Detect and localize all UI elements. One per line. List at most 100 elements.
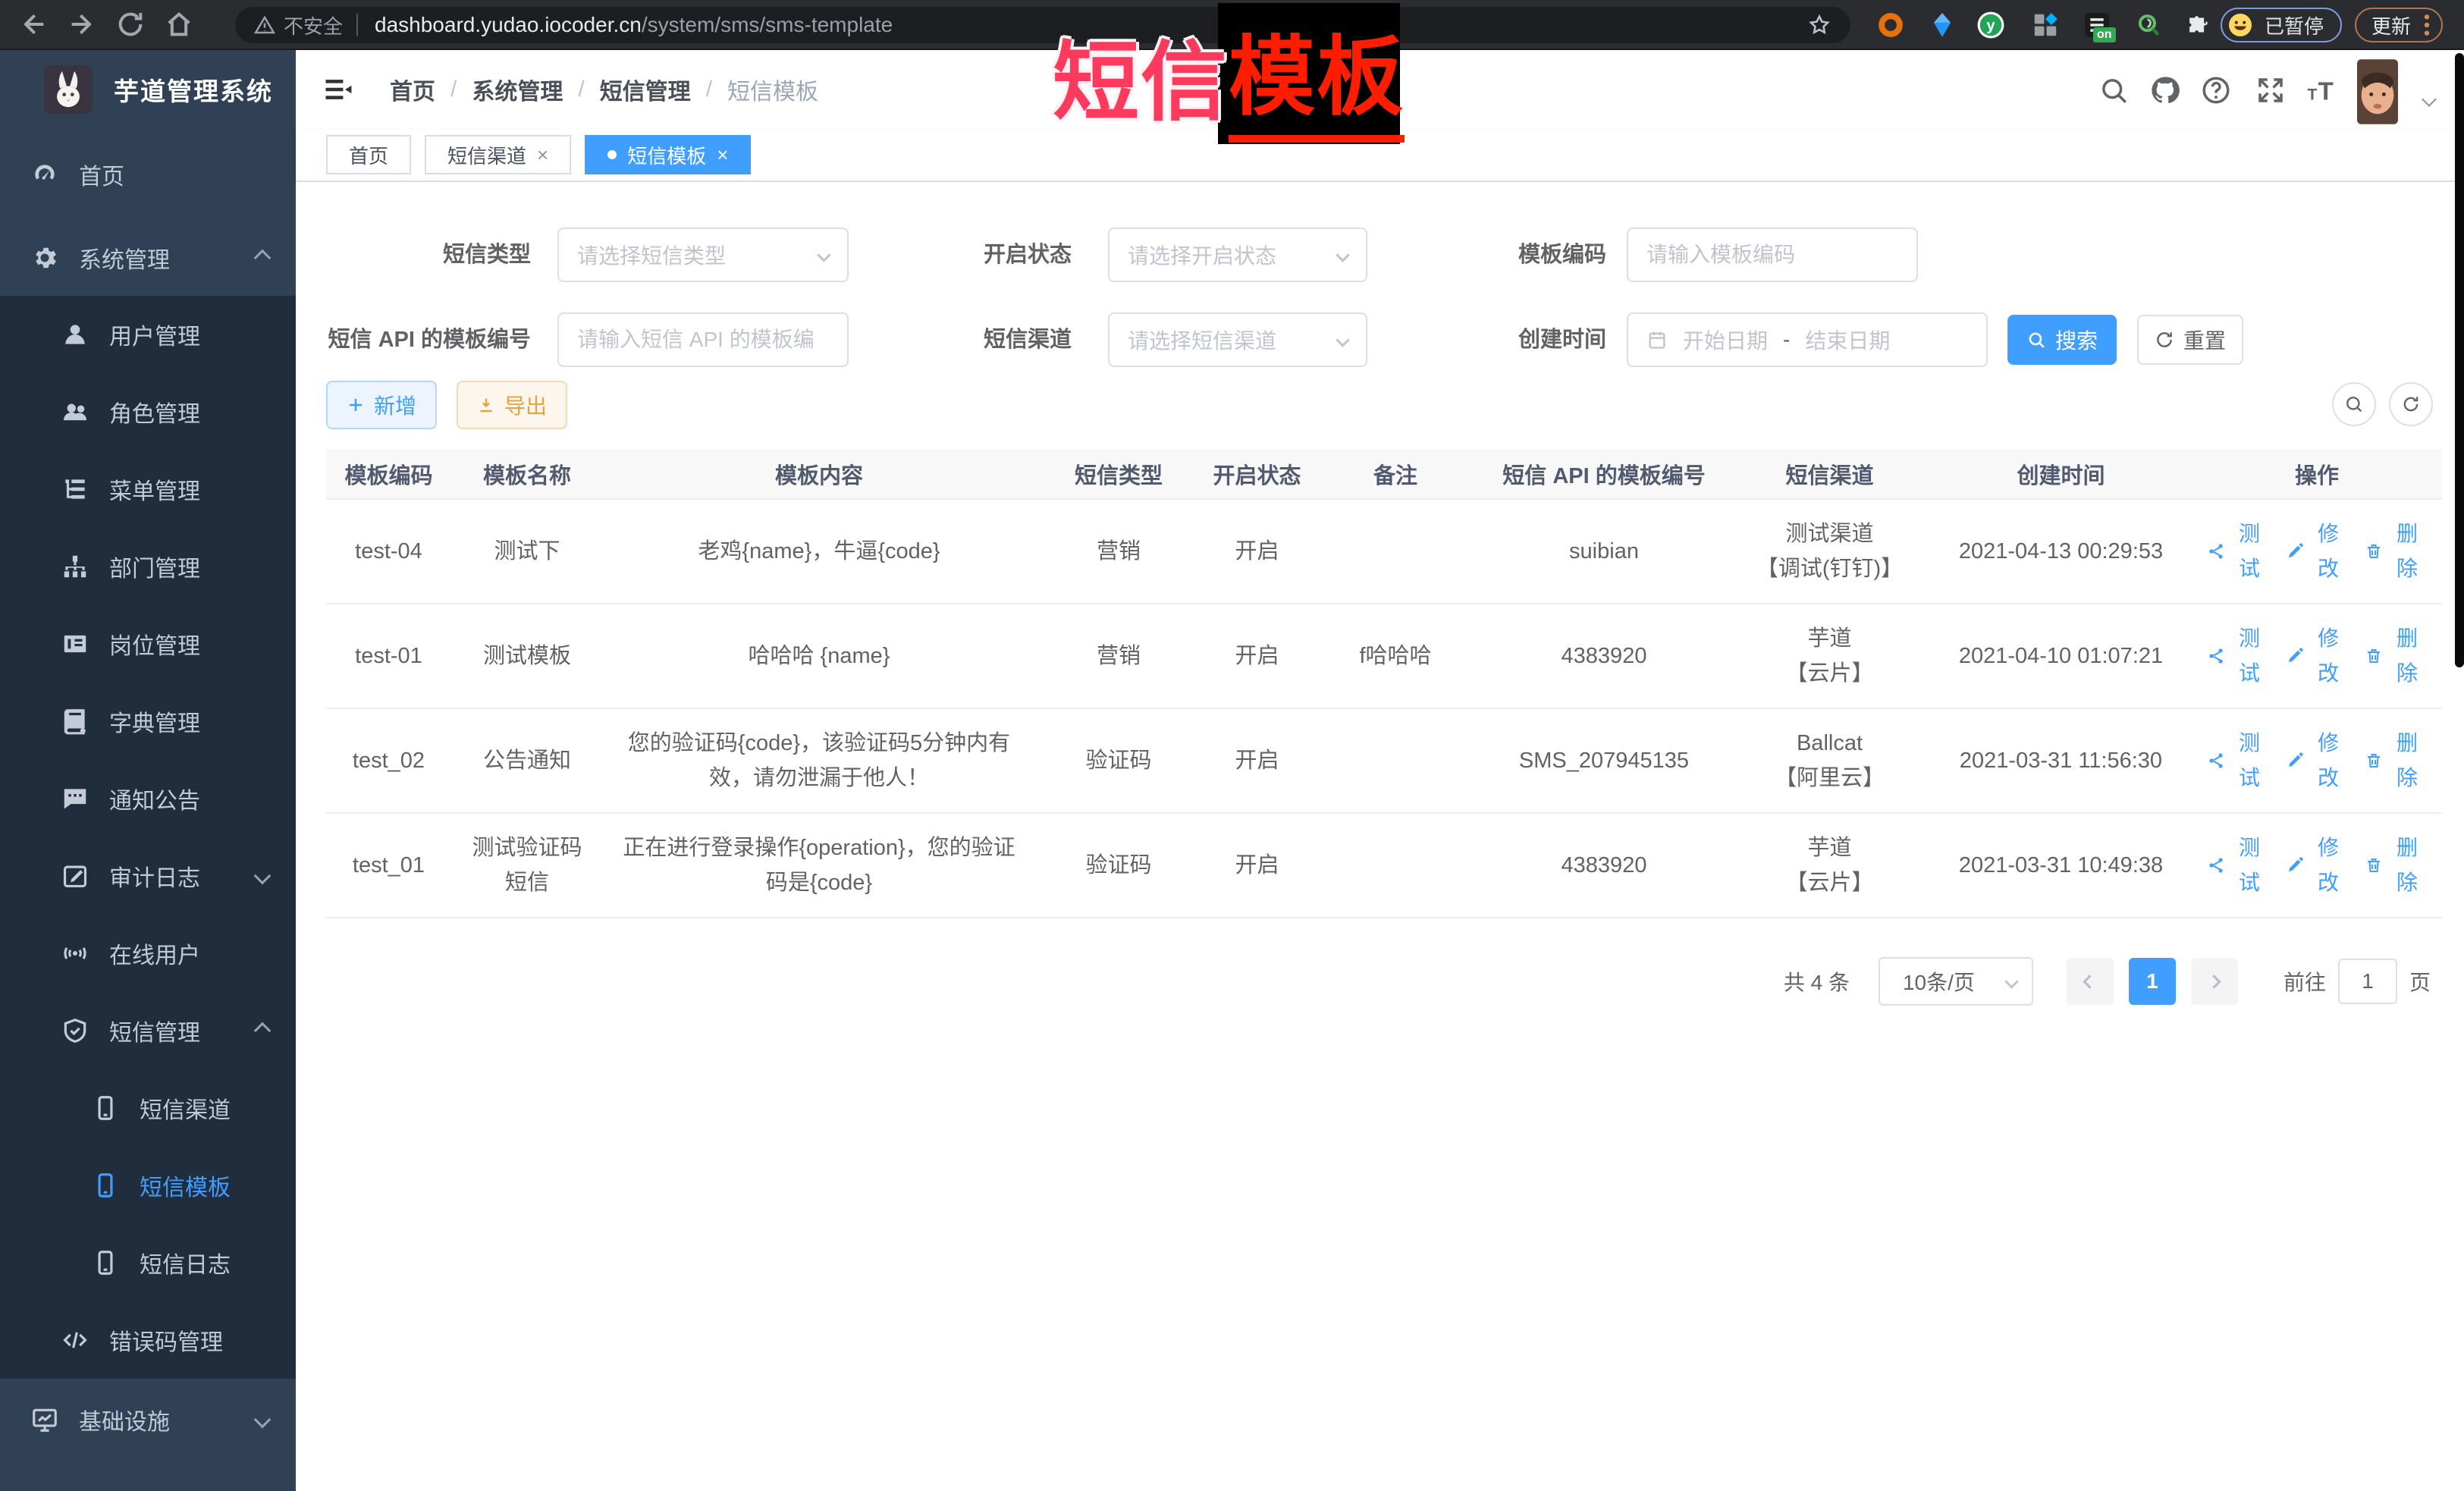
breadcrumb-separator: / [450, 77, 457, 102]
sidebar-item-sms-channel[interactable]: 短信渠道 [0, 1069, 296, 1147]
shield-check-icon [61, 1016, 89, 1045]
delete-link[interactable]: 删除 [2365, 726, 2427, 796]
extension-list-icon[interactable]: on [2083, 11, 2111, 39]
bookmark-star-icon[interactable] [1806, 12, 1832, 38]
refresh-table-button[interactable] [2389, 382, 2433, 426]
current-page-button[interactable]: 1 [2129, 958, 2176, 1005]
extension-grid-icon[interactable] [2031, 11, 2060, 39]
font-size-icon[interactable]: TT [2305, 74, 2337, 106]
sidebar-item-sms-log[interactable]: 短信日志 [0, 1224, 296, 1301]
breadcrumb-item[interactable]: 系统管理 [472, 73, 563, 106]
extension-donut-icon[interactable] [1876, 11, 1905, 39]
extensions-puzzle-icon[interactable] [2181, 11, 2210, 39]
github-icon[interactable] [2149, 74, 2181, 106]
browser-update-button[interactable]: 更新 [2355, 8, 2443, 42]
breadcrumb: 首页 / 系统管理 / 短信管理 / 短信模板 [390, 73, 818, 106]
cell-content: 老鸡{name}，牛逼{code} [603, 499, 1035, 604]
sidebar-item-audit-log[interactable]: 审计日志 [0, 837, 296, 915]
show-search-toggle-button[interactable] [2332, 382, 2376, 426]
edit-link[interactable]: 修改 [2286, 726, 2348, 796]
sidebar-item-home[interactable]: 首页 [0, 137, 296, 212]
app-logo-row[interactable]: 芋道管理系统 [0, 50, 296, 129]
tab-sms-template[interactable]: 短信模板× [585, 135, 751, 174]
test-link[interactable]: 测试 [2207, 516, 2269, 586]
sidebar-item-menus[interactable]: 菜单管理 [0, 450, 296, 528]
prev-page-button[interactable] [2067, 958, 2114, 1005]
org-tree-icon [61, 552, 89, 581]
address-bar[interactable]: 不安全 dashboard.yudao.iocoder.cn/system/sm… [235, 7, 1850, 43]
dashboard-icon [30, 160, 59, 189]
channel-select[interactable]: 请选择短信渠道 [1108, 312, 1367, 367]
sidebar-item-sms-template[interactable]: 短信模板 [0, 1147, 296, 1224]
cell-type: 营销 [1035, 604, 1202, 708]
sidebar-item-posts[interactable]: 岗位管理 [0, 605, 296, 683]
cell-remark [1312, 813, 1479, 918]
extension-y-icon[interactable]: y [1976, 11, 2005, 39]
add-button[interactable]: 新增 [326, 381, 437, 429]
filter-label-template-code: 模板编码 [1493, 228, 1606, 282]
next-page-button[interactable] [2191, 958, 2238, 1005]
browser-forward-icon[interactable] [67, 9, 97, 39]
create-time-range-picker[interactable]: 开始日期 - 结束日期 [1627, 312, 1988, 367]
sidebar-item-error-code[interactable]: 错误码管理 [0, 1301, 296, 1379]
user-avatar[interactable] [2357, 59, 2398, 124]
tab-home[interactable]: 首页 [326, 135, 411, 174]
sidebar-item-online-users[interactable]: 在线用户 [0, 915, 296, 992]
sidebar-item-users[interactable]: 用户管理 [0, 296, 296, 373]
col-header: 创建时间 [1930, 449, 2192, 499]
browser-back-icon[interactable] [18, 9, 49, 39]
extension-on-badge: on [2093, 27, 2116, 42]
goto-page-input[interactable] [2338, 959, 2397, 1004]
sidebar-item-sms[interactable]: 短信管理 [0, 992, 296, 1069]
browser-reload-icon[interactable] [115, 9, 146, 39]
edit-link[interactable]: 修改 [2286, 830, 2348, 900]
sidebar-item-departments[interactable]: 部门管理 [0, 528, 296, 605]
browser-home-icon[interactable] [164, 9, 194, 39]
tab-close-icon[interactable]: × [537, 145, 548, 165]
breadcrumb-item[interactable]: 首页 [390, 73, 435, 106]
delete-link[interactable]: 删除 [2365, 621, 2427, 691]
hamburger-collapse-icon[interactable] [322, 73, 355, 106]
header-search-icon[interactable] [2098, 74, 2130, 106]
extension-gem-icon[interactable] [1928, 11, 1957, 39]
sidebar-item-label: 基础设施 [79, 1403, 170, 1436]
edit-square-icon [61, 862, 89, 890]
sidebar-item-label: 菜单管理 [109, 472, 200, 506]
page-scrollbar-thumb[interactable] [2455, 53, 2464, 667]
delete-link[interactable]: 删除 [2365, 830, 2427, 900]
search-button[interactable]: 搜索 [2007, 315, 2117, 365]
test-link[interactable]: 测试 [2207, 830, 2269, 900]
avatar-dropdown-caret[interactable] [2422, 92, 2437, 107]
test-link[interactable]: 测试 [2207, 621, 2269, 691]
tab-label: 首页 [349, 141, 388, 169]
fullscreen-icon[interactable] [2255, 74, 2287, 106]
export-button[interactable]: 导出 [457, 381, 567, 429]
status-select[interactable]: 请选择开启状态 [1108, 228, 1367, 282]
delete-link[interactable]: 删除 [2365, 516, 2427, 586]
tab-close-icon[interactable]: × [717, 145, 728, 165]
extension-magnifier-icon[interactable] [2134, 11, 2163, 39]
sidebar-item-system[interactable]: 系统管理 [0, 220, 296, 296]
help-icon[interactable] [2200, 74, 2232, 106]
page-size-select[interactable]: 10条/页 [1879, 957, 2033, 1006]
trash-icon [2365, 855, 2383, 875]
tab-sms-channel[interactable]: 短信渠道× [425, 135, 571, 174]
edit-link[interactable]: 修改 [2286, 621, 2348, 691]
omnibox-divider [356, 14, 358, 36]
reset-button[interactable]: 重置 [2137, 315, 2243, 365]
edit-link[interactable]: 修改 [2286, 516, 2348, 586]
browser-menu-dots-icon[interactable] [2423, 13, 2431, 37]
sidebar-item-dict[interactable]: 字典管理 [0, 683, 296, 760]
template-code-input[interactable] [1646, 243, 1898, 267]
api-template-id-input[interactable] [577, 328, 829, 352]
main-area: 首页 / 系统管理 / 短信管理 / 短信模板 TT 首页 短信渠道× 短信模板… [296, 50, 2464, 1491]
sidebar-item-infrastructure[interactable]: 基础设施 [0, 1382, 296, 1458]
search-icon [2026, 330, 2046, 350]
breadcrumb-item[interactable]: 短信管理 [600, 73, 691, 106]
cell-code: test-04 [326, 499, 451, 604]
browser-profile-chip[interactable]: 已暂停 [2221, 8, 2342, 42]
test-link[interactable]: 测试 [2207, 726, 2269, 796]
sidebar-item-roles[interactable]: 角色管理 [0, 373, 296, 450]
sidebar-item-notice[interactable]: 通知公告 [0, 760, 296, 837]
sms-type-select[interactable]: 请选择短信类型 [557, 228, 849, 282]
